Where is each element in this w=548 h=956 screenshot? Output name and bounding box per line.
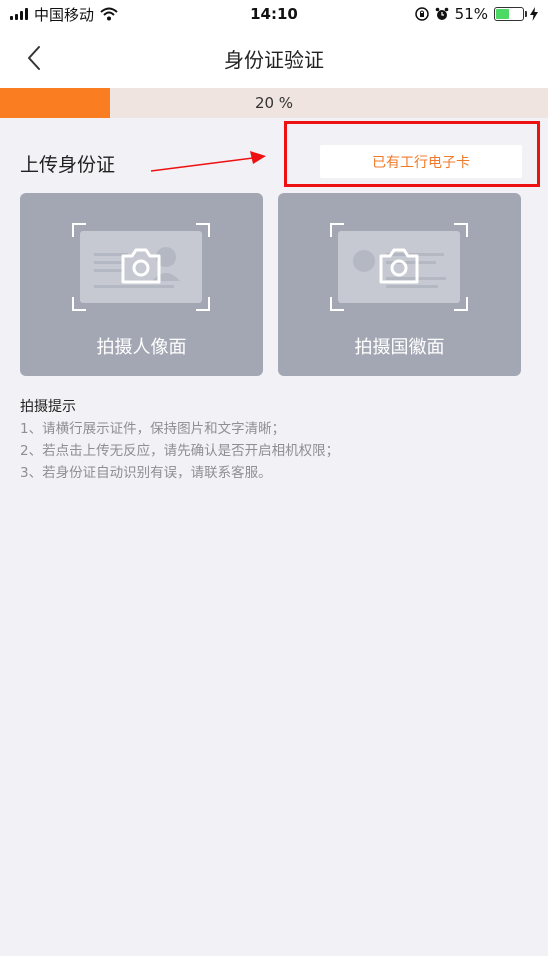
orientation-lock-icon <box>414 7 429 21</box>
id-card-portrait-illustration <box>80 231 202 303</box>
wifi-icon <box>100 7 118 21</box>
capture-front-card[interactable]: 拍摄人像面 <box>20 193 263 376</box>
battery-icon <box>494 7 527 21</box>
charging-bolt-icon <box>530 7 538 21</box>
alarm-icon <box>435 7 448 20</box>
battery-percent: 51% <box>454 5 488 23</box>
id-card-emblem-illustration <box>338 231 460 303</box>
capture-front-label: 拍摄人像面 <box>96 337 187 358</box>
tip-item: 3、若身份证自动识别有误，请联系客服。 <box>20 465 272 481</box>
chevron-left-icon <box>28 46 40 70</box>
status-bar: 中国移动 14:10 51% <box>0 0 548 28</box>
viewfinder-frame <box>72 223 210 311</box>
capture-back-label: 拍摄国徽面 <box>354 337 445 358</box>
camera-icon <box>121 248 161 284</box>
capture-back-card[interactable]: 拍摄国徽面 <box>278 193 521 376</box>
upload-section-title: 上传身份证 <box>20 154 116 176</box>
tip-item: 1、请横行展示证件，保持图片和文字清晰； <box>20 421 286 437</box>
capture-tips: 拍摄提示 1、请横行展示证件，保持图片和文字清晰； 2、若点击上传无反应，请先确… <box>20 396 339 484</box>
nav-bar: 身份证验证 <box>0 28 548 88</box>
camera-icon <box>379 248 419 284</box>
viewfinder-frame <box>330 223 468 311</box>
progress-bar: 20 % <box>0 88 548 118</box>
annotation-arrow-icon <box>150 151 266 172</box>
signal-icon <box>10 8 28 20</box>
tip-item: 2、若点击上传无反应，请先确认是否开启相机权限； <box>20 443 340 459</box>
existing-ecard-button[interactable]: 已有工行电子卡 <box>320 145 522 178</box>
carrier-name: 中国移动 <box>34 5 95 24</box>
back-button[interactable] <box>18 42 50 74</box>
progress-label: 20 % <box>254 94 294 112</box>
tips-title: 拍摄提示 <box>20 399 76 415</box>
page-title: 身份证验证 <box>224 47 324 72</box>
